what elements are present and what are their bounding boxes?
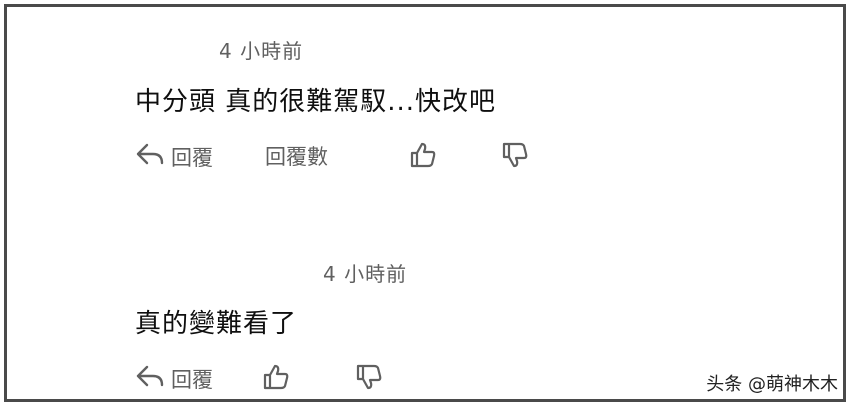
- thumbs-down-icon[interactable]: [355, 363, 383, 391]
- watermark: 头条 @萌神木木: [706, 374, 838, 395]
- reply-button[interactable]: 回覆: [135, 141, 213, 172]
- thumbs-down-icon[interactable]: [501, 141, 529, 169]
- comment-timestamp: 4 小時前: [323, 262, 408, 286]
- reply-label: 回覆: [171, 367, 213, 392]
- reply-label: 回覆: [171, 145, 213, 170]
- thumbs-up-icon[interactable]: [262, 363, 290, 391]
- comment-timestamp: 4 小時前: [219, 39, 304, 63]
- comment-text: 中分頭 真的很難駕馭...快改吧: [135, 87, 497, 117]
- thumbs-up-icon[interactable]: [409, 141, 437, 169]
- reply-icon: [135, 363, 165, 394]
- screenshot-frame: 4 小時前 中分頭 真的很難駕馭...快改吧 回覆 回覆數 4 小時前 真的變難…: [4, 4, 846, 402]
- view-replies-button[interactable]: 回覆數: [265, 141, 328, 171]
- reply-button[interactable]: 回覆: [135, 363, 213, 394]
- reply-icon: [135, 141, 165, 172]
- comment-text: 真的變難看了: [135, 309, 298, 339]
